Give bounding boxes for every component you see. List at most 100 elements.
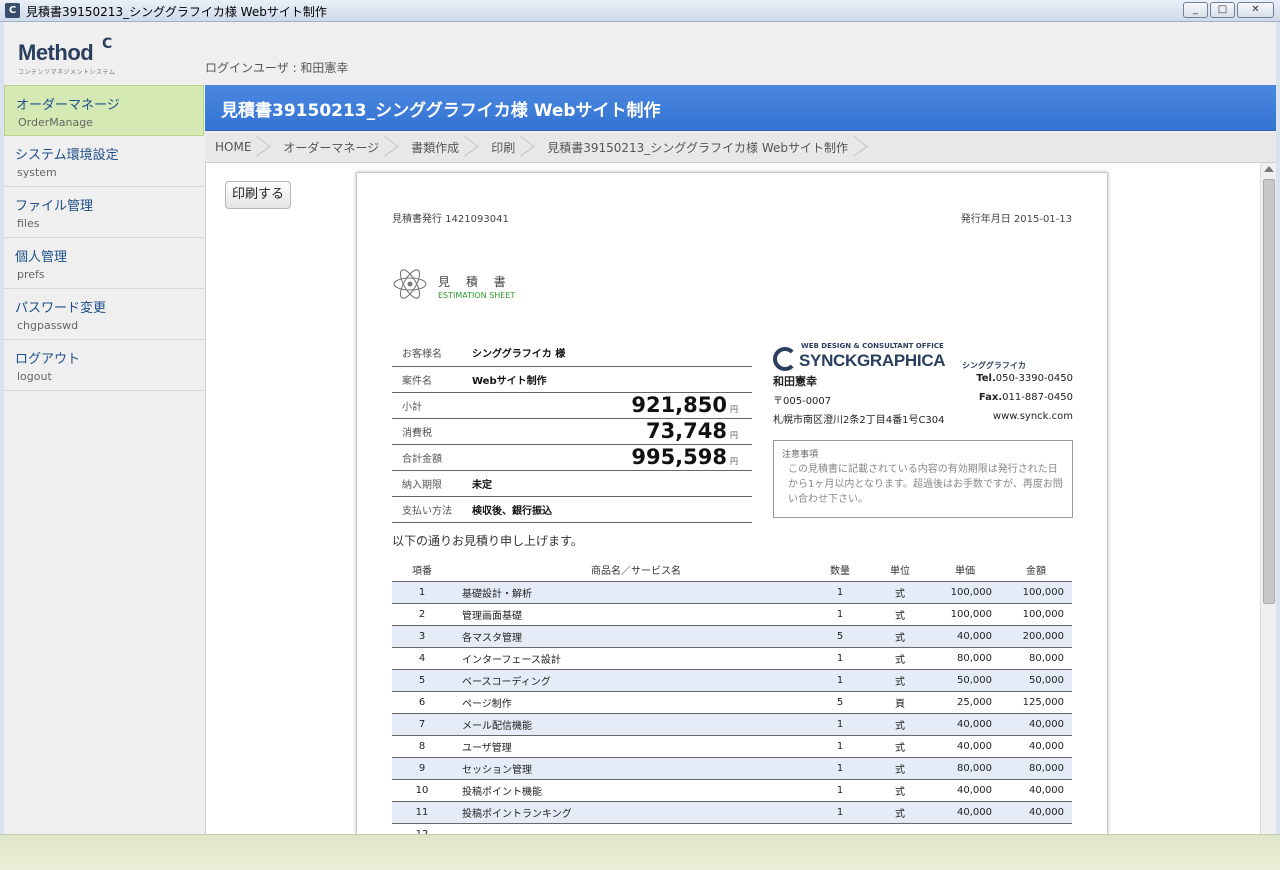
item-qty: 1 bbox=[810, 779, 870, 802]
item-unit: 式 bbox=[870, 713, 930, 736]
sidebar: オーダーマネージ OrderManage システム環境設定 system ファイ… bbox=[4, 85, 204, 391]
close-button[interactable]: ✕ bbox=[1237, 2, 1274, 18]
sidebar-item-label: オーダーマネージ bbox=[16, 98, 120, 113]
item-unit bbox=[870, 823, 930, 834]
breadcrumb-documents[interactable]: 書類作成 bbox=[411, 132, 491, 163]
table-row: 11 投稿ポイントランキング 1 式 40,000 40,000 bbox=[392, 801, 1072, 824]
table-row: 12 bbox=[392, 823, 1072, 834]
synckgraphica-logo: WEB DESIGN & CONSULTANT OFFICE SYNCKGRAP… bbox=[773, 341, 1073, 373]
method-logo[interactable]: Method C コンテンツマネジメントシステム bbox=[18, 36, 115, 76]
sidebar-item-ordermanage[interactable]: オーダーマネージ OrderManage bbox=[4, 85, 204, 136]
total-cell: 995,598 円 bbox=[472, 444, 752, 471]
col-no: 項番 bbox=[392, 559, 452, 582]
synck-c-icon bbox=[773, 347, 797, 371]
sidebar-item-logout[interactable]: ログアウト logout bbox=[4, 340, 204, 391]
sidebar-item-prefs[interactable]: 個人管理 prefs bbox=[4, 238, 204, 289]
minimize-button[interactable]: _ bbox=[1183, 2, 1208, 18]
subtotal-value: 921,850 bbox=[631, 393, 727, 417]
table-header-row: 項番 商品名／サービス名 数量 単位 単価 金額 bbox=[392, 559, 1072, 582]
chevron-right-icon bbox=[469, 132, 481, 163]
item-price: 40,000 bbox=[930, 625, 1000, 648]
intro-text: 以下の通りお見積り申し上げます。 bbox=[392, 534, 583, 548]
item-no: 5 bbox=[392, 669, 452, 692]
item-unit: 式 bbox=[870, 801, 930, 824]
sidebar-item-system[interactable]: システム環境設定 system bbox=[4, 136, 204, 187]
project-value: Webサイト制作 bbox=[472, 366, 752, 393]
item-unit: 式 bbox=[870, 581, 930, 604]
scroll-up-icon[interactable] bbox=[1264, 166, 1274, 172]
item-amount: 125,000 bbox=[1000, 691, 1072, 714]
table-row: 1 基礎設計・解析 1 式 100,000 100,000 bbox=[392, 581, 1072, 604]
delivery-value: 未定 bbox=[472, 470, 752, 497]
col-unit: 単位 bbox=[870, 559, 930, 582]
vertical-scrollbar[interactable] bbox=[1260, 163, 1276, 834]
item-qty: 1 bbox=[810, 603, 870, 626]
item-qty: 1 bbox=[810, 647, 870, 670]
item-unit: 式 bbox=[870, 779, 930, 802]
company-person: 和田憲幸 bbox=[773, 375, 817, 388]
tax-cell: 73,748 円 bbox=[472, 418, 752, 445]
table-row: 7 メール配信機能 1 式 40,000 40,000 bbox=[392, 713, 1072, 736]
item-amount: 80,000 bbox=[1000, 757, 1072, 780]
atom-icon bbox=[393, 269, 427, 299]
scrollbar-thumb[interactable] bbox=[1263, 179, 1275, 604]
window-title: 見積書39150213_シンググラフイカ様 Webサイト制作 bbox=[26, 5, 327, 19]
sidebar-item-files[interactable]: ファイル管理 files bbox=[4, 187, 204, 238]
payment-label: 支払い方法 bbox=[392, 496, 472, 523]
item-name: メール配信機能 bbox=[452, 713, 810, 736]
item-amount: 100,000 bbox=[1000, 581, 1072, 604]
print-button[interactable]: 印刷する bbox=[225, 181, 291, 209]
company-tel: Tel.050-3390-0450 bbox=[976, 373, 1073, 384]
item-qty bbox=[810, 823, 870, 834]
item-qty: 1 bbox=[810, 581, 870, 604]
sidebar-item-chgpasswd[interactable]: パスワード変更 chgpasswd bbox=[4, 289, 204, 340]
item-no: 2 bbox=[392, 603, 452, 626]
item-name: 投稿ポイント機能 bbox=[452, 779, 810, 802]
item-unit: 式 bbox=[870, 735, 930, 758]
maximize-button[interactable]: □ bbox=[1210, 2, 1235, 18]
chevron-right-icon bbox=[261, 132, 273, 163]
total-label: 合計金額 bbox=[392, 444, 472, 471]
page-title: 見積書39150213_シンググラフイカ様 Webサイト制作 bbox=[221, 101, 661, 121]
window-titlebar: C 見積書39150213_シンググラフイカ様 Webサイト制作 _ □ ✕ bbox=[0, 0, 1280, 22]
estimate-title-en: ESTIMATION SHEET bbox=[438, 291, 516, 300]
company-row: 札幌市南区澄川2条2丁目4番1号C304 www.synck.com bbox=[773, 411, 1073, 430]
sidebar-item-sub: files bbox=[17, 217, 40, 230]
breadcrumb-home[interactable]: HOME bbox=[215, 132, 283, 163]
line-items-body: 1 基礎設計・解析 1 式 100,000 100,000 2 管理画面基礎 1 式 100,000… bbox=[392, 581, 1072, 834]
item-price: 100,000 bbox=[930, 603, 1000, 626]
table-row: 5 ベースコーディング 1 式 50,000 50,000 bbox=[392, 669, 1072, 692]
table-row: 6 ページ制作 5 頁 25,000 125,000 bbox=[392, 691, 1072, 714]
item-unit: 式 bbox=[870, 647, 930, 670]
app-icon: C bbox=[5, 3, 20, 18]
total-value: 995,598 bbox=[631, 445, 727, 469]
breadcrumb-ordermanage[interactable]: オーダーマネージ bbox=[283, 132, 411, 163]
item-no: 3 bbox=[392, 625, 452, 648]
item-amount: 40,000 bbox=[1000, 713, 1072, 736]
item-name: 基礎設計・解析 bbox=[452, 581, 810, 604]
table-row: 9 セッション管理 1 式 80,000 80,000 bbox=[392, 757, 1072, 780]
yen-unit: 円 bbox=[730, 431, 738, 440]
company-info: WEB DESIGN & CONSULTANT OFFICE SYNCKGRAP… bbox=[773, 341, 1073, 430]
item-name: ページ制作 bbox=[452, 691, 810, 714]
item-amount: 40,000 bbox=[1000, 779, 1072, 802]
login-user: ログインユーザ : 和田憲幸 bbox=[205, 61, 349, 75]
company-fax: Fax.011-887-0450 bbox=[978, 392, 1073, 403]
item-price: 80,000 bbox=[930, 647, 1000, 670]
item-price: 40,000 bbox=[930, 713, 1000, 736]
sidebar-item-sub: prefs bbox=[17, 268, 45, 281]
project-label: 案件名 bbox=[392, 366, 472, 393]
breadcrumb-print[interactable]: 印刷 bbox=[491, 132, 547, 163]
item-no: 4 bbox=[392, 647, 452, 670]
item-name bbox=[452, 823, 810, 834]
delivery-label: 納入期限 bbox=[392, 470, 472, 497]
item-price: 25,000 bbox=[930, 691, 1000, 714]
item-price: 40,000 bbox=[930, 779, 1000, 802]
sidebar-item-label: システム環境設定 bbox=[15, 148, 119, 163]
notes-body: この見積書に記載されている内容の有効期限は発行された日から1ヶ月以内となります。… bbox=[788, 464, 1063, 505]
company-address: 札幌市南区澄川2条2丁目4番1号C304 bbox=[773, 415, 945, 426]
item-qty: 1 bbox=[810, 669, 870, 692]
sidebar-item-sub: OrderManage bbox=[18, 116, 93, 129]
item-name: 各マスタ管理 bbox=[452, 625, 810, 648]
payment-value: 検収後、銀行振込 bbox=[472, 496, 752, 523]
